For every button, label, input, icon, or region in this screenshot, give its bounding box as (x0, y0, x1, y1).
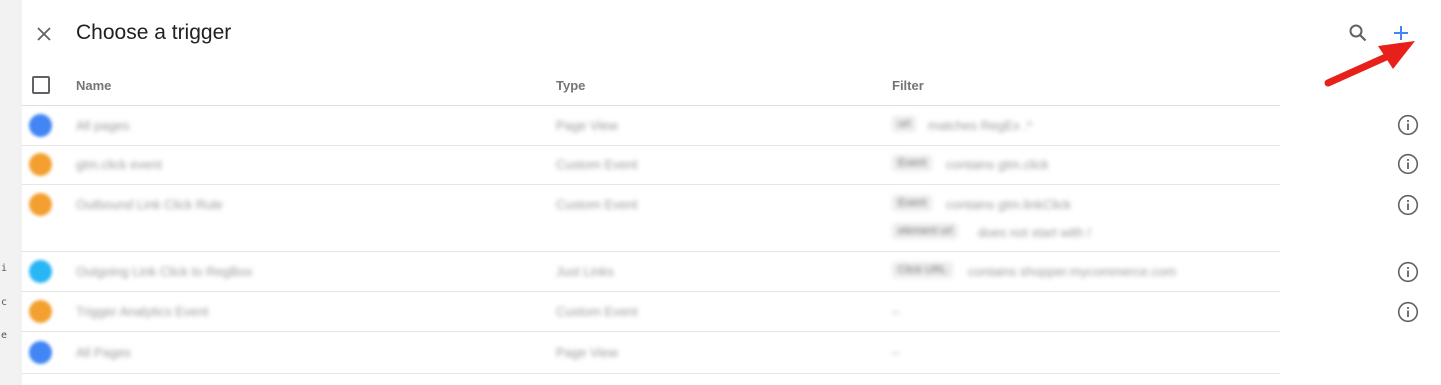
info-icon (1397, 301, 1419, 323)
background-window-edge: i c e (0, 0, 23, 385)
trigger-type: Custom Event (556, 304, 638, 319)
trigger-type: Just Links (556, 264, 614, 279)
trigger-picker-dialog: Choose a trigger Name Type Filter All pa… (22, 0, 1441, 385)
close-icon (37, 27, 51, 41)
trigger-name: All Pages (76, 345, 131, 360)
trigger-type-icon (29, 260, 52, 283)
trigger-info-button[interactable] (1397, 114, 1419, 136)
filter-text: – (892, 345, 900, 360)
table-row[interactable]: Outgoing Link Click to RegBox Just Links… (22, 252, 1280, 292)
info-icon (1397, 261, 1419, 283)
trigger-type-icon (29, 300, 52, 323)
trigger-type-icon (29, 114, 52, 137)
trigger-type: Custom Event (556, 197, 638, 212)
trigger-info-button[interactable] (1397, 261, 1419, 283)
trigger-info-button[interactable] (1397, 153, 1419, 175)
filter-chip: Event (892, 155, 933, 171)
filter-text: contains gtm.click (946, 157, 1049, 172)
trigger-type-icon (29, 193, 52, 216)
trigger-name: gtm.click event (76, 157, 162, 172)
filter-text: matches RegEx .* (928, 118, 1033, 133)
trigger-info-button[interactable] (1397, 301, 1419, 323)
table-header: Name Type Filter (22, 64, 1280, 106)
trigger-name: Outbound Link Click Rule (76, 197, 223, 212)
trigger-type: Page View (556, 118, 618, 133)
filter-text: contains gtm.linkClick (946, 197, 1071, 212)
dialog-title: Choose a trigger (76, 21, 232, 44)
select-all-checkbox[interactable] (32, 76, 50, 94)
annotation-arrow-icon (1324, 41, 1415, 87)
trigger-type: Page View (556, 345, 618, 360)
trigger-name: All pages (76, 118, 130, 133)
info-icon (1397, 153, 1419, 175)
table-row[interactable]: All Pages Page View – (22, 332, 1280, 374)
table-row[interactable]: All pages Page View url matches RegEx .* (22, 106, 1280, 146)
table-row[interactable]: gtm.click event Custom Event Event conta… (22, 146, 1280, 185)
info-icon (1397, 114, 1419, 136)
filter-text: – (892, 304, 900, 319)
trigger-type: Custom Event (556, 157, 638, 172)
filter-text: does not start with / (978, 225, 1091, 240)
trigger-name: Trigger Analytics Event (76, 304, 209, 319)
filter-chip: Click URL (892, 262, 953, 278)
table-row[interactable]: Outbound Link Click Rule Custom Event Ev… (22, 185, 1280, 252)
filter-chip: Event (892, 195, 933, 211)
filter-chip: url (892, 116, 917, 132)
table-row[interactable]: Trigger Analytics Event Custom Event – (22, 292, 1280, 332)
info-icon (1397, 194, 1419, 216)
trigger-name: Outgoing Link Click to RegBox (76, 264, 253, 279)
filter-text: contains shopper.mycommerce.com (968, 264, 1177, 279)
trigger-info-button[interactable] (1397, 194, 1419, 216)
column-header-filter: Filter (892, 78, 924, 93)
column-header-name: Name (76, 78, 112, 93)
close-button[interactable] (30, 20, 58, 48)
column-header-type: Type (556, 78, 586, 93)
trigger-type-icon (29, 153, 52, 176)
filter-chip: element url (892, 223, 959, 239)
trigger-type-icon (29, 341, 52, 364)
